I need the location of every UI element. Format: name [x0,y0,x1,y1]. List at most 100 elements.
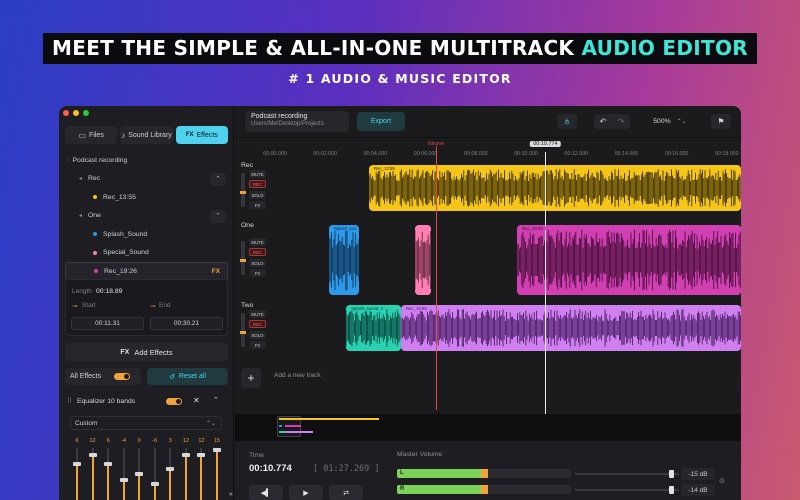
eq-band-knob[interactable] [166,467,175,472]
gain-slider-left[interactable] [575,469,679,478]
start-time-field[interactable]: 00:11.31 [71,317,144,330]
track-fx-button[interactable]: FX [249,269,266,277]
eq-band-slider[interactable] [103,448,113,500]
playhead-line[interactable] [545,152,547,414]
add-effects-button[interactable]: FX Add Effects [65,343,228,361]
eq-band-knob[interactable] [135,472,144,476]
eq-band-slider[interactable] [212,448,222,500]
tree-group[interactable]: ◂ Rec ⌃ [65,170,228,189]
split-icon[interactable]: ⫛ [557,114,577,129]
maximize-window-button[interactable] [83,110,89,116]
add-track-button[interactable]: + [241,368,261,388]
eq-band-slider[interactable] [165,448,175,500]
track-volume-slider[interactable] [240,313,246,347]
track-volume-knob[interactable] [240,259,246,262]
drag-handle-icon[interactable]: ⠿ [67,397,72,405]
all-effects-toggle[interactable] [114,373,130,380]
eq-band-knob[interactable] [181,452,190,457]
add-marker-icon[interactable]: ⚑ [711,114,731,129]
db-right-field[interactable]: -14 dB [681,484,715,496]
tree-group[interactable]: ◂ One ⌃ [65,207,228,226]
redo-icon[interactable]: ↷ [618,117,625,126]
gain-slider-right[interactable] [575,485,679,494]
track-volume-knob[interactable] [240,191,246,194]
tab-effects[interactable]: FX Effects [175,126,228,144]
zoom-control[interactable]: 500% ⌃⌄ [648,114,692,129]
solo-button[interactable]: SOLO [249,331,266,339]
eq-band-slider[interactable] [150,448,160,500]
eq-band-knob[interactable] [119,478,128,483]
tab-sound-library[interactable]: ♪ Sound Library [120,126,173,144]
reset-all-label: Reset all [178,373,207,380]
track-fx-button[interactable]: FX [249,341,266,349]
audio-clip[interactable]: Rec_13:55 [369,165,741,211]
eq-band-knob[interactable] [197,452,206,457]
audio-clip[interactable]: Splash_sound_2 [346,305,401,351]
eq-band-slider[interactable] [72,448,82,500]
timeline-ruler[interactable]: 00:00.000 00:02.000 00:04.000 00:06.000 00:0… [235,140,741,158]
mute-button[interactable]: MUTE [249,170,266,178]
record-button[interactable]: REC [249,248,266,256]
tab-files[interactable]: ▭ Files [65,126,118,144]
overview-minimap[interactable] [235,414,741,440]
ruler-tick-label: 00:18.000 [715,151,739,157]
chevron-up-icon[interactable]: ⌃ [210,172,226,186]
track-volume-slider[interactable] [240,173,246,207]
track-volume-slider[interactable] [240,241,246,275]
play-button[interactable]: ▶ [289,485,323,500]
tree-file[interactable]: Splash_Sound [65,225,228,244]
eq-band-knob[interactable] [212,448,221,452]
close-icon[interactable]: ✕ [193,396,200,405]
reset-all-button[interactable]: ↺ Reset all [147,368,228,385]
playhead-time-label[interactable]: 00:10.774 [530,141,561,147]
gain-knob-right[interactable] [669,486,675,494]
eq-band-knob[interactable] [150,481,159,486]
mute-button[interactable]: MUTE [249,238,266,246]
audio-clip[interactable] [415,225,431,295]
tree-file[interactable]: Rec_13:55 [65,188,228,207]
track-fx-button[interactable]: FX [249,201,266,209]
eq-band-slider[interactable] [181,448,191,500]
tree-file[interactable]: Special_Sound [65,244,228,263]
solo-button[interactable]: SOLO [249,259,266,267]
equalizer-toggle[interactable] [166,398,182,405]
chevron-up-icon[interactable]: ⌃ [210,209,226,223]
eq-band-slider[interactable] [196,448,206,500]
undo-icon[interactable]: ↶ [600,117,607,126]
record-button[interactable]: REC [249,180,266,188]
mute-button[interactable]: MUTE [249,310,266,318]
audio-clip[interactable]: Rec_19:26 [517,225,741,295]
add-track-label[interactable]: Add a new track [274,372,321,379]
solo-button[interactable]: SOLO [249,191,266,199]
eq-band-knob[interactable] [73,462,81,467]
db-left-field[interactable]: -15 dB [681,468,715,480]
end-time-field[interactable]: 00:30.21 [150,317,223,330]
audio-clip[interactable]: Rec_14:55 [401,305,741,351]
ruler-tick-label: 00:12.000 [564,151,588,157]
track-volume-knob[interactable] [240,331,246,334]
skip-back-button[interactable]: ◀▍ [249,485,283,500]
link-channels-icon[interactable]: ⊙ [719,477,725,485]
minimize-window-button[interactable] [73,110,79,116]
tree-file[interactable]: Rec_19:26 FX [65,262,228,281]
track-name[interactable]: Rec [241,162,253,169]
loop-button[interactable]: ⇄ [329,485,363,500]
chevron-up-icon[interactable]: ⌃ [213,396,219,404]
track-name[interactable]: Two [241,302,253,309]
collapse-sidebar-icon[interactable]: « [229,491,233,498]
record-button[interactable]: REC [249,320,266,328]
eq-band-slider[interactable] [88,448,98,500]
eq-band-knob[interactable] [104,462,113,467]
audio-clip[interactable]: Splash_sou [329,225,359,295]
eq-band-knob[interactable] [88,452,97,457]
all-effects-label: All Effects [70,373,101,380]
gain-knob-left[interactable] [669,470,675,478]
track-name[interactable]: One [241,222,254,229]
close-window-button[interactable] [63,110,69,116]
project-info[interactable]: Podcast recording Users/Me/Desktop/Proje… [245,111,349,132]
project-root[interactable]: ⫶ Podcast recording [65,151,228,170]
eq-band-slider[interactable] [134,448,144,500]
equalizer-preset-select[interactable]: Custom ⌃⌄ [70,416,222,430]
export-button[interactable]: Export [357,112,405,131]
eq-band-slider[interactable] [119,448,129,500]
